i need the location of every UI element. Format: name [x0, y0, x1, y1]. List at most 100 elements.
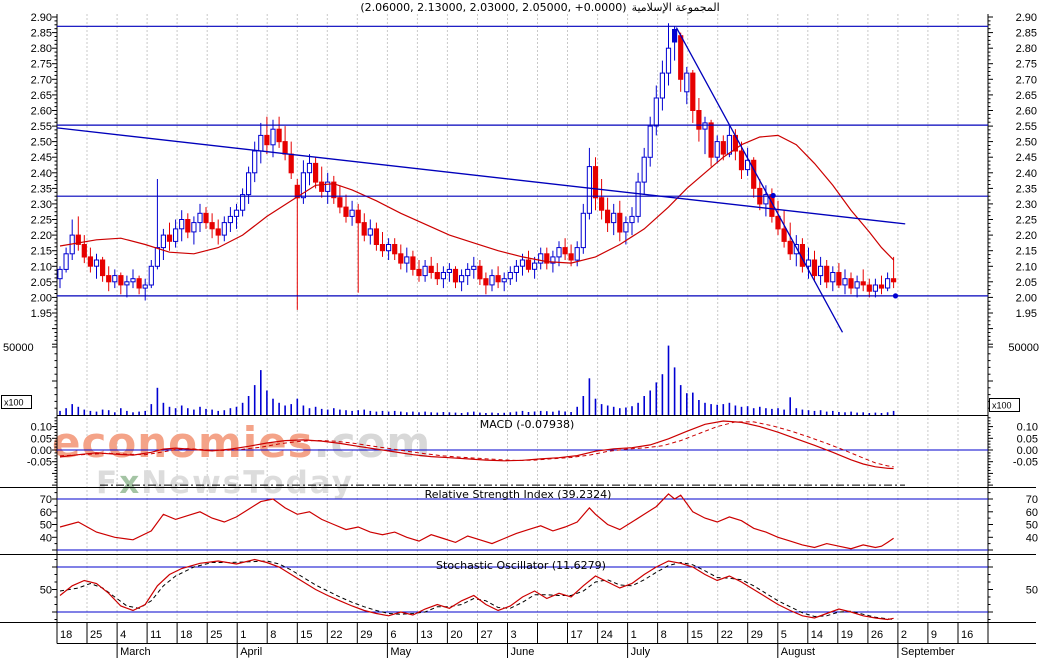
svg-text:2.55: 2.55 — [31, 121, 52, 133]
svg-text:July: July — [631, 646, 651, 658]
svg-text:2: 2 — [901, 629, 907, 641]
svg-text:50: 50 — [1026, 585, 1038, 597]
svg-text:0.10: 0.10 — [31, 422, 52, 434]
svg-text:-0.05: -0.05 — [1013, 457, 1038, 469]
svg-text:2.40: 2.40 — [31, 168, 52, 180]
svg-text:2.05: 2.05 — [31, 277, 52, 289]
svg-text:April: April — [240, 646, 262, 658]
svg-text:x100: x100 — [992, 401, 1012, 411]
svg-text:29: 29 — [360, 629, 372, 641]
svg-text:2.75: 2.75 — [1016, 59, 1037, 71]
svg-text:2.10: 2.10 — [1016, 261, 1037, 273]
svg-text:0.10: 0.10 — [1017, 422, 1038, 434]
moving-average-line — [59, 134, 895, 264]
svg-text:50: 50 — [40, 520, 52, 532]
svg-text:2.45: 2.45 — [31, 152, 52, 164]
svg-text:2.55: 2.55 — [1016, 121, 1037, 133]
svg-text:18: 18 — [60, 629, 72, 641]
svg-text:2.50: 2.50 — [1016, 137, 1037, 149]
svg-text:2.00: 2.00 — [31, 292, 52, 304]
volume-panel — [59, 345, 895, 415]
svg-text:15: 15 — [300, 629, 312, 641]
svg-text:50000: 50000 — [3, 342, 34, 354]
svg-text:1: 1 — [240, 629, 246, 641]
svg-text:x100: x100 — [4, 398, 24, 408]
svg-text:14: 14 — [811, 629, 823, 641]
svg-text:11: 11 — [150, 629, 161, 641]
svg-text:2.65: 2.65 — [1016, 90, 1037, 102]
svg-text:June: June — [511, 646, 535, 658]
svg-text:40: 40 — [40, 532, 52, 544]
svg-text:24: 24 — [601, 629, 613, 641]
svg-text:25: 25 — [210, 629, 222, 641]
axes-layer: 1.95 2.00 2.05 2.10 2.15 2.20 2.25 2.30 2.35 2.40… — [1, 12, 1039, 620]
svg-text:50000: 50000 — [1008, 342, 1039, 354]
svg-text:2.30: 2.30 — [1016, 199, 1037, 211]
svg-text:March: March — [120, 646, 151, 658]
svg-text:2.15: 2.15 — [31, 246, 52, 258]
svg-text:2.85: 2.85 — [31, 28, 52, 40]
svg-text:1.95: 1.95 — [1016, 308, 1037, 320]
watermark-economies: economies.com — [52, 418, 431, 467]
svg-text:2.80: 2.80 — [31, 43, 52, 55]
svg-text:2.10: 2.10 — [31, 261, 52, 273]
svg-text:2.65: 2.65 — [31, 90, 52, 102]
svg-text:2.20: 2.20 — [31, 230, 52, 242]
price-axis-left: 1.95 2.00 2.05 2.10 2.15 2.20 2.25 2.30 2.35 2.40… — [31, 12, 57, 345]
price-panel[interactable] — [56, 23, 988, 333]
svg-text:60: 60 — [40, 507, 52, 519]
candlestick-layer — [57, 23, 897, 310]
rsi-level-lines — [57, 498, 988, 551]
svg-text:4: 4 — [120, 629, 126, 641]
svg-text:25: 25 — [90, 629, 102, 641]
svg-text:2.20: 2.20 — [1016, 230, 1037, 242]
rsi-axis-right: 70605040 — [988, 492, 1038, 551]
svg-text:3: 3 — [511, 629, 517, 641]
svg-text:8: 8 — [270, 629, 276, 641]
svg-text:September: September — [901, 646, 955, 658]
rsi-line — [59, 493, 894, 550]
volume-multiplier-right: x100 — [989, 398, 1020, 412]
svg-text:2.40: 2.40 — [1016, 168, 1037, 180]
svg-text:18: 18 — [180, 629, 192, 641]
svg-text:29: 29 — [751, 629, 763, 641]
rsi-panel — [57, 493, 988, 551]
price-axis-right: 1.95 2.00 2.05 2.10 2.15 2.20 2.25 2.30 2.35 2.40… — [988, 12, 1037, 345]
stoch-axis-right: 50 — [988, 559, 1038, 620]
svg-text:19: 19 — [841, 629, 853, 641]
svg-text:6: 6 — [390, 629, 396, 641]
svg-text:13: 13 — [420, 629, 432, 641]
svg-text:2.35: 2.35 — [31, 183, 52, 195]
stock-chart-canvas[interactable]: economies.com FxNewsToday 1.95 2.00 2.05 2.… — [0, 0, 1040, 659]
svg-text:2.90: 2.90 — [31, 12, 52, 24]
svg-text:0.00: 0.00 — [1017, 445, 1038, 457]
month-row: March April May June July August September — [116, 643, 955, 658]
svg-text:70: 70 — [40, 494, 52, 506]
svg-text:70: 70 — [1026, 494, 1038, 506]
svg-text:20: 20 — [450, 629, 462, 641]
chart-title: (2.06000, 2.13000, 2.03000, 2.05000, +0.… — [360, 1, 719, 14]
svg-text:17: 17 — [571, 629, 583, 641]
svg-text:16: 16 — [961, 629, 973, 641]
macd-axis-right: 0.100.050.00-0.05 — [988, 417, 1038, 486]
date-axis: 18 25 4 11 18 25 1 8 15 22 29 6 13 20 27 3 17 24 1 8 15 22 29 5… — [56, 622, 1036, 658]
stoch-axis-left: 50 — [40, 559, 57, 620]
svg-text:1: 1 — [631, 629, 637, 641]
svg-text:2.60: 2.60 — [31, 106, 52, 118]
svg-text:2.30: 2.30 — [31, 199, 52, 211]
svg-text:-0.05: -0.05 — [27, 457, 52, 469]
grid-layer — [86, 14, 959, 622]
frame-layer — [0, 14, 1036, 623]
volume-bars — [59, 345, 895, 415]
svg-text:2.75: 2.75 — [31, 59, 52, 71]
svg-text:50: 50 — [1026, 520, 1038, 532]
svg-text:0.05: 0.05 — [31, 433, 52, 445]
svg-text:2.25: 2.25 — [1016, 215, 1037, 227]
svg-text:1.95: 1.95 — [31, 308, 52, 320]
volume-multiplier-left: x100 — [1, 395, 32, 409]
svg-text:27: 27 — [481, 629, 493, 641]
svg-text:60: 60 — [1026, 507, 1038, 519]
rsi-title: Relative Strength Index (39.2324) — [425, 488, 612, 501]
chart-window: economies.com FxNewsToday 1.95 2.00 2.05 2.… — [0, 0, 1040, 659]
watermark-fxnewstoday: FxNewsToday — [96, 465, 354, 501]
